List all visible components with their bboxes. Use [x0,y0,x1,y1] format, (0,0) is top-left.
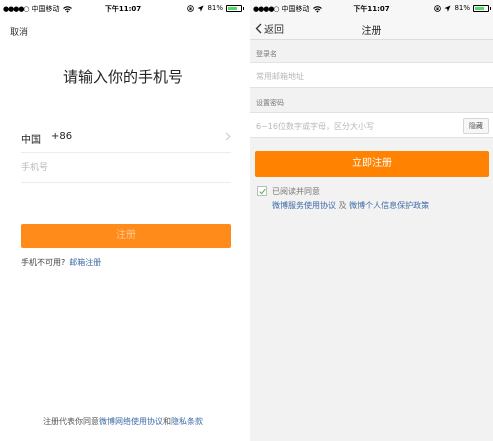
phone-input[interactable] [21,159,231,177]
country-name: 中国 [21,135,41,146]
battery-icon [473,4,491,12]
lock-rotation-icon [187,4,195,12]
login-name-row [250,62,493,88]
service-agreement-link[interactable]: 微博服务使用协议 [272,201,336,210]
agreement-links: 微博服务使用协议 及 微博个人信息保护政策 [272,200,429,211]
password-row: 隐藏 [250,112,493,138]
battery-icon [226,4,244,12]
login-name-input[interactable] [256,67,446,85]
status-bar: ●●●●○ 中国移动 下午11:07 81% [0,0,246,16]
terms-notice: 注册代表你同意微博网络使用协议和隐私条款 [0,416,246,427]
network-agreement-link[interactable]: 微博网络使用协议 [99,417,163,426]
battery-percent: 81% [207,4,223,12]
nav-bar: 返回 注册 [250,16,493,40]
country-selector[interactable]: 中国 +86 [21,122,231,153]
page-title: 请输入你的手机号 [62,68,183,86]
alt-register-row: 手机不可用? 邮箱注册 [21,257,101,268]
terms-and: 和 [163,417,171,426]
battery-fill [475,6,485,10]
terms-prefix: 注册代表你同意 [43,417,99,426]
email-register-screen: ●●●●○ 中国移动 下午11:07 81% 返回 注册 登录名 设置密码 隐藏… [250,0,493,441]
chevron-right-icon [225,132,231,141]
battery-percent: 81% [454,4,470,12]
privacy-policy-link[interactable]: 微博个人信息保护政策 [349,201,429,210]
agree-and: 及 [338,201,347,210]
agree-text: 已阅读并同意 [272,187,320,196]
register-now-button[interactable]: 立即注册 [255,151,489,177]
hide-password-button[interactable]: 隐藏 [463,118,489,134]
phone-register-screen: ●●●●○ 中国移动 下午11:07 81% 取消 请输入你的手机号 中国 +8… [0,0,246,441]
battery-fill [228,6,238,10]
country-code: +86 [51,131,73,142]
location-arrow-icon [444,4,451,12]
password-input[interactable] [256,117,446,135]
privacy-terms-link[interactable]: 隐私条款 [171,417,203,426]
password-label: 设置密码 [256,99,284,107]
email-register-link[interactable]: 邮箱注册 [69,258,101,267]
checkmark-icon [259,188,266,195]
lock-rotation-icon [434,4,442,12]
phone-field-row [21,153,231,183]
status-bar: ●●●●○ 中国移动 下午11:07 81% [250,0,493,16]
cancel-button[interactable]: 取消 [10,25,28,38]
register-button[interactable]: 注册 [21,224,231,248]
nav-title: 注册 [361,26,382,37]
location-arrow-icon [197,4,204,12]
agree-checkbox[interactable] [257,186,267,196]
no-phone-label: 手机不可用? [21,258,66,267]
login-name-label: 登录名 [256,50,277,58]
